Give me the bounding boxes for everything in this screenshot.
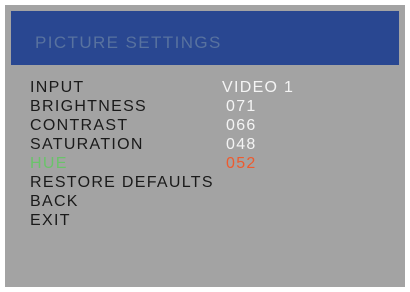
brightness-value: 071 [226, 98, 257, 115]
osd-header-bar: PICTURE SETTINGS [11, 11, 399, 65]
menu-item-contrast[interactable]: CONTRAST 066 [30, 116, 390, 135]
menu-item-label: BRIGHTNESS [30, 98, 148, 115]
menu-item-hue[interactable]: HUE 052 [30, 154, 390, 173]
input-value: VIDEO 1 [222, 79, 295, 96]
page-title: PICTURE SETTINGS [35, 33, 222, 52]
menu-item-label: BACK [30, 193, 79, 210]
menu-item-brightness[interactable]: BRIGHTNESS 071 [30, 97, 390, 116]
contrast-value: 066 [226, 117, 257, 134]
saturation-value: 048 [226, 136, 257, 153]
menu-item-saturation[interactable]: SATURATION 048 [30, 135, 390, 154]
menu-item-label: RESTORE DEFAULTS [30, 174, 214, 191]
menu-item-back[interactable]: BACK [30, 192, 390, 211]
menu-item-input[interactable]: INPUT VIDEO 1 [30, 78, 390, 97]
hue-value: 052 [226, 155, 257, 172]
menu-item-label: INPUT [30, 79, 85, 96]
settings-menu: INPUT VIDEO 1 BRIGHTNESS 071 CONTRAST 06… [30, 78, 390, 230]
menu-item-exit[interactable]: EXIT [30, 211, 390, 230]
menu-item-label: SATURATION [30, 136, 144, 153]
menu-item-restore-defaults[interactable]: RESTORE DEFAULTS [30, 173, 390, 192]
menu-item-label: CONTRAST [30, 117, 129, 134]
menu-item-label: HUE [30, 155, 68, 172]
menu-item-label: EXIT [30, 212, 71, 229]
picture-settings-osd-panel: PICTURE SETTINGS INPUT VIDEO 1 BRIGHTNES… [5, 5, 405, 287]
